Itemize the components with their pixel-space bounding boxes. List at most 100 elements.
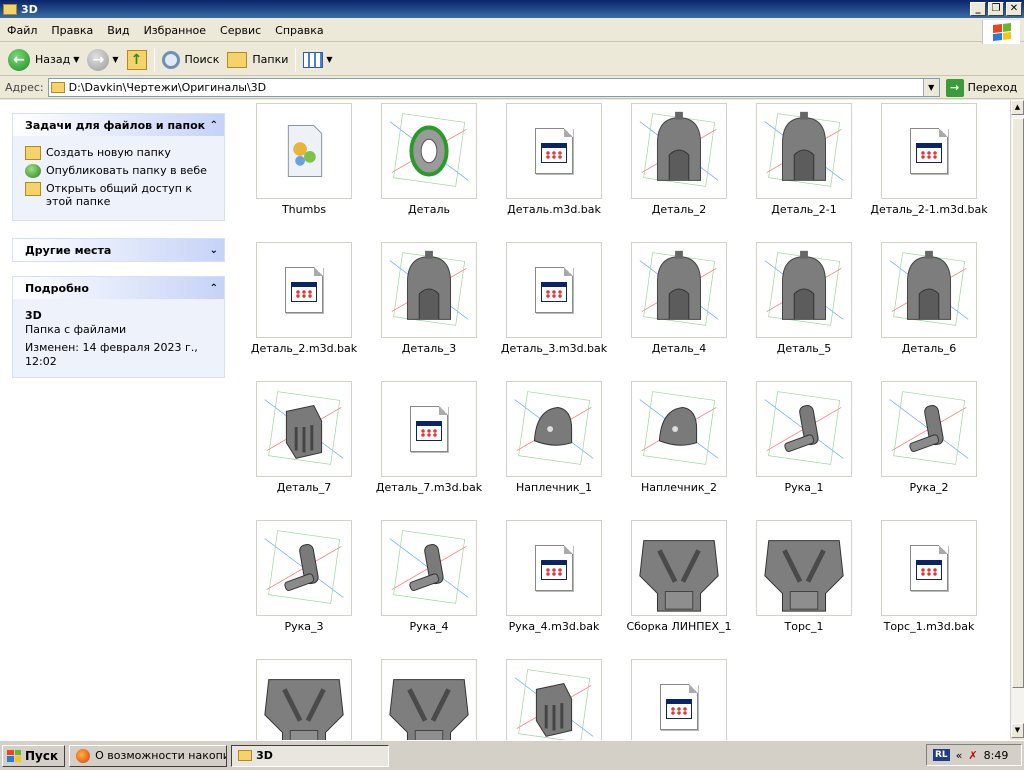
file-thumbnail[interactable]	[256, 381, 352, 477]
back-button[interactable]: ← Назад ▼	[4, 46, 83, 74]
file-item[interactable]: Деталь.m3d.bak	[500, 103, 620, 242]
window-title: 3D	[21, 2, 38, 16]
file-item[interactable]: Деталь	[375, 103, 495, 242]
file-thumbnail[interactable]	[756, 103, 852, 199]
file-thumbnail[interactable]	[381, 242, 477, 338]
collapse-icon[interactable]: ⌃	[210, 120, 218, 131]
file-item[interactable]: Наплечник_2	[625, 381, 745, 520]
menu-view[interactable]: Вид	[100, 20, 136, 42]
menu-favorites[interactable]: Избранное	[137, 20, 213, 42]
file-item[interactable]: Рука_4.m3d.bak	[500, 520, 620, 659]
file-name: Рука_4.m3d.bak	[508, 620, 600, 633]
file-thumbnail[interactable]	[631, 381, 727, 477]
search-button[interactable]: Поиск	[158, 46, 224, 74]
file-thumbnail[interactable]	[631, 242, 727, 338]
speaker-muted-icon[interactable]: ✗	[968, 749, 977, 762]
file-item[interactable]	[625, 659, 745, 740]
file-item[interactable]: Деталь_7.m3d.bak	[375, 381, 495, 520]
collapse-icon[interactable]: ⌃	[210, 283, 218, 294]
file-thumbnail[interactable]	[881, 381, 977, 477]
file-item[interactable]: Торс_1.m3d.bak	[875, 520, 995, 659]
file-thumbnail[interactable]	[506, 520, 602, 616]
scroll-down-icon[interactable]: ▼	[1011, 723, 1024, 738]
file-thumbnail[interactable]	[256, 659, 352, 740]
file-item[interactable]	[250, 659, 370, 740]
file-thumbnail[interactable]	[256, 103, 352, 199]
file-thumbnail[interactable]	[881, 103, 977, 199]
menu-help[interactable]: Справка	[268, 20, 330, 42]
file-name: Деталь_4	[651, 342, 707, 355]
file-thumbnail[interactable]	[756, 520, 852, 616]
expand-icon[interactable]: ⌄	[210, 245, 218, 256]
scroll-thumb[interactable]	[1012, 118, 1024, 688]
file-thumbnail[interactable]	[381, 381, 477, 477]
file-item[interactable]: Рука_4	[375, 520, 495, 659]
address-field[interactable]: D:\Davkin\Чертежи\Оригиналы\3D ▼	[47, 78, 940, 97]
expand-tray-icon[interactable]: «	[956, 749, 963, 762]
file-item[interactable]: Деталь_3	[375, 242, 495, 381]
details-header[interactable]: Подробно ⌃	[13, 277, 224, 299]
scroll-up-icon[interactable]: ▲	[1011, 100, 1024, 115]
language-indicator[interactable]: RL	[933, 749, 950, 761]
file-item[interactable]: Сборка ЛИНПЕХ_1	[625, 520, 745, 659]
file-thumbnail[interactable]	[631, 103, 727, 199]
file-thumbnail[interactable]	[506, 242, 602, 338]
file-thumbnail[interactable]	[506, 103, 602, 199]
file-item[interactable]: Наплечник_1	[500, 381, 620, 520]
chevron-down-icon: ▼	[73, 55, 80, 64]
file-thumbnail[interactable]	[381, 103, 477, 199]
menu-file[interactable]: Файл	[0, 20, 44, 42]
minimize-button[interactable]: _	[970, 2, 986, 16]
other-places-header[interactable]: Другие места ⌄	[13, 239, 224, 261]
views-button[interactable]: ▼	[299, 46, 336, 74]
file-thumbnail[interactable]	[756, 381, 852, 477]
file-item[interactable]: Деталь_3.m3d.bak	[500, 242, 620, 381]
file-thumbnail[interactable]	[256, 242, 352, 338]
forward-button[interactable]: → ▼	[83, 46, 122, 74]
taskbar-item-3d[interactable]: 3D	[231, 744, 390, 767]
folders-button[interactable]: Папки	[223, 46, 292, 74]
file-item[interactable]: Рука_3	[250, 520, 370, 659]
file-thumbnail[interactable]	[881, 242, 977, 338]
file-thumbnail[interactable]	[256, 520, 352, 616]
file-item[interactable]: Деталь_5	[750, 242, 870, 381]
file-thumbnail[interactable]	[631, 520, 727, 616]
file-item[interactable]: Торс_1	[750, 520, 870, 659]
file-item[interactable]: Рука_1	[750, 381, 870, 520]
task-new-folder[interactable]: Создать новую папку	[25, 146, 216, 160]
menu-edit[interactable]: Правка	[44, 20, 100, 42]
task-publish-web[interactable]: Опубликовать папку в вебе	[25, 164, 216, 178]
file-name: Деталь	[407, 203, 451, 216]
file-item[interactable]: Рука_2	[875, 381, 995, 520]
chevron-down-icon[interactable]: ▼	[922, 79, 939, 96]
file-item[interactable]	[500, 659, 620, 740]
file-item[interactable]: Thumbs	[250, 103, 370, 242]
file-name: Деталь_5	[776, 342, 832, 355]
maximize-button[interactable]: ❐	[988, 2, 1004, 16]
file-thumbnail[interactable]	[881, 520, 977, 616]
up-folder-button[interactable]: ↑	[123, 46, 151, 74]
task-share-folder[interactable]: Открыть общий доступ к этой папке	[25, 182, 216, 208]
file-thumbnail[interactable]	[631, 659, 727, 740]
file-item[interactable]	[375, 659, 495, 740]
taskbar-item-firefox[interactable]: О возможности накопи...	[69, 744, 228, 767]
file-item[interactable]: Деталь_2.m3d.bak	[250, 242, 370, 381]
file-item[interactable]: Деталь_6	[875, 242, 995, 381]
file-item[interactable]: Деталь_2-1	[750, 103, 870, 242]
go-button[interactable]: → Переход	[945, 78, 1017, 97]
file-item[interactable]: Деталь_4	[625, 242, 745, 381]
file-item[interactable]: Деталь_2-1.m3d.bak	[870, 103, 995, 242]
file-item[interactable]: Деталь_2	[625, 103, 745, 242]
file-item[interactable]: Деталь_7	[250, 381, 370, 520]
tasks-panel-title: Задачи для файлов и папок	[25, 118, 206, 132]
start-button[interactable]: Пуск	[2, 744, 66, 767]
file-thumbnail[interactable]	[381, 520, 477, 616]
tasks-panel-header[interactable]: Задачи для файлов и папок ⌃	[13, 114, 224, 136]
file-thumbnail[interactable]	[506, 659, 602, 740]
file-thumbnail[interactable]	[506, 381, 602, 477]
menu-tools[interactable]: Сервис	[213, 20, 268, 42]
vertical-scrollbar[interactable]: ▲ ▼	[1010, 100, 1024, 738]
close-button[interactable]: ✕	[1006, 2, 1022, 16]
file-thumbnail[interactable]	[756, 242, 852, 338]
file-thumbnail[interactable]	[381, 659, 477, 740]
